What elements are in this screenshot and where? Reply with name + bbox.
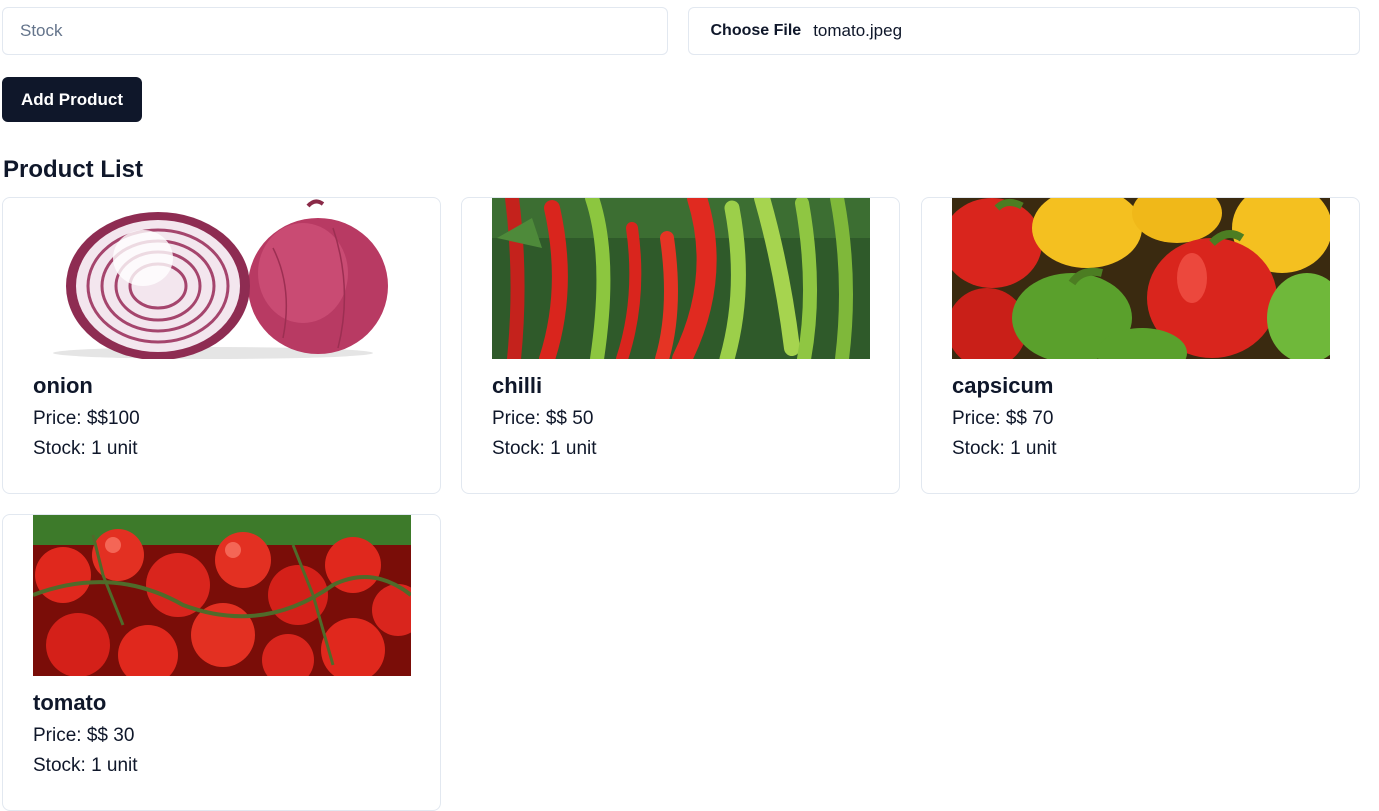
- chilli-image: [492, 198, 870, 359]
- product-card-tomato: tomato Price: $$ 30 Stock: 1 unit: [2, 514, 441, 811]
- product-price: Price: $$ 30: [33, 725, 135, 746]
- product-stock: Stock: 1 unit: [33, 755, 138, 776]
- product-price: Price: $$ 50: [492, 408, 594, 429]
- product-name: chilli: [492, 373, 543, 398]
- selected-file-name: tomato.jpeg: [813, 21, 903, 40]
- choose-file-button[interactable]: Choose File: [711, 22, 802, 40]
- product-card-chilli: chilli Price: $$ 50 Stock: 1 unit: [461, 197, 900, 494]
- product-form: Choose File tomato.jpeg: [2, 7, 1360, 57]
- tomato-image: [33, 515, 411, 676]
- stock-input[interactable]: [18, 20, 667, 42]
- capsicum-image: [952, 198, 1330, 359]
- image-file-field[interactable]: Choose File tomato.jpeg: [687, 7, 1360, 55]
- add-product-button[interactable]: Add Product: [2, 77, 142, 122]
- product-list-title: Product List: [3, 156, 144, 183]
- product-price: Price: $$ 70: [952, 408, 1054, 429]
- product-stock: Stock: 1 unit: [952, 438, 1057, 459]
- product-card-onion: onion Price: $$100 Stock: 1 unit: [2, 197, 441, 494]
- onion-image: [33, 198, 411, 359]
- product-name: tomato: [33, 690, 107, 715]
- product-stock: Stock: 1 unit: [492, 438, 597, 459]
- product-card-capsicum: capsicum Price: $$ 70 Stock: 1 unit: [921, 197, 1360, 494]
- product-name: capsicum: [952, 373, 1054, 398]
- product-name: onion: [33, 373, 93, 398]
- product-price: Price: $$100: [33, 408, 140, 429]
- stock-field[interactable]: [2, 7, 668, 55]
- product-stock: Stock: 1 unit: [33, 438, 138, 459]
